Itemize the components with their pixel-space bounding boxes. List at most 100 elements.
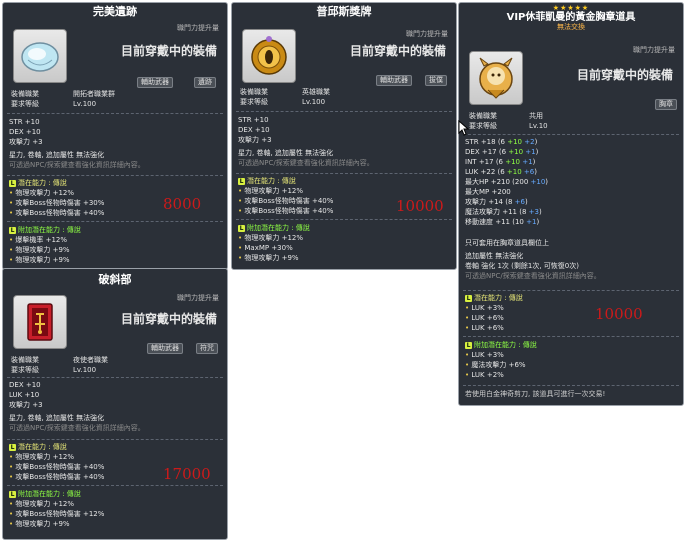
aux-potential-line: 物理攻擊力 +9% xyxy=(9,255,221,265)
item-name: 完美遺跡 xyxy=(93,5,137,18)
divider xyxy=(7,485,223,486)
legendary-icon: L xyxy=(9,180,16,187)
stat-bonus: +1 xyxy=(525,148,536,156)
stat-line: STR +10 xyxy=(238,116,269,124)
stat-name: LUK xyxy=(465,168,481,176)
stat-name: 移動速度 xyxy=(465,218,496,226)
stat-line: STR +10 xyxy=(9,118,40,126)
stat-line: LUK +10 xyxy=(9,391,40,399)
aux-potential-line: 魔法攻擊力 +6% xyxy=(465,360,677,370)
aux-potential-title: 附加潛在能力 : 傳說 xyxy=(18,490,81,498)
stat-name: 魔法攻擊力 xyxy=(465,208,503,216)
enhance-flags: 星力, 卷軸, 追加屬性 無法強化 xyxy=(238,149,334,157)
slot-note: 只可套用在胸章道具欄位上 xyxy=(465,239,549,247)
stats-block: STR +10 DEX +10 攻擊力 +3 星力, 卷軸, 追加屬性 無法強化… xyxy=(9,117,221,170)
stat-bonus: +3 xyxy=(528,208,539,216)
stat-total: +17 xyxy=(481,148,497,156)
stat-line: DEX +10 xyxy=(9,381,41,389)
aux-potential-line: 物理攻擊力 +12% xyxy=(238,233,450,243)
potential-title: 潛在能力 : 傳說 xyxy=(18,443,67,451)
stat-bonus: +1 xyxy=(526,218,537,226)
charm-item-icon xyxy=(13,295,67,349)
stat-name: INT xyxy=(465,158,479,166)
enhance-hint: 可透過NPC/探索鍵查看強化資訊詳細內容。 xyxy=(9,424,145,432)
stat-close: ) xyxy=(538,208,542,216)
stat-line: 移動速度 +11 (10 +1) xyxy=(465,217,677,227)
stat-line: DEX +10 xyxy=(9,128,41,136)
stat-bonus: +1 xyxy=(522,158,533,166)
item-tooltip-charm: 破斜部 職門力提升量 目前穿戴中的裝備 輔助武器 符咒 裝備職業 夜使者職業 要… xyxy=(2,268,228,540)
divider xyxy=(7,221,223,222)
stat-total: +210 xyxy=(490,178,510,186)
potential-line: LUK +3% xyxy=(465,303,677,313)
stat-base: (8 xyxy=(517,208,529,216)
stat-total: +18 xyxy=(480,138,496,146)
damage-increase-label: 職門力提升量 xyxy=(406,30,448,38)
job-value: 英雄職業 xyxy=(302,88,330,96)
level-label: 要求等級 xyxy=(11,366,39,374)
aux-potential-line: 物理攻擊力 +9% xyxy=(238,253,450,263)
stat-total: +14 xyxy=(488,198,504,206)
level-value: Lv.100 xyxy=(73,100,97,108)
enhance-hint: 可透過NPC/探索鍵查看強化資訊詳細內容。 xyxy=(9,161,145,169)
potential-block: L潛在能力 : 傳說 LUK +3% LUK +6% LUK +6% xyxy=(465,293,677,333)
divider xyxy=(236,111,452,112)
stat-bonus: +2 xyxy=(524,138,535,146)
star-rating: ★★★★★ xyxy=(552,4,590,12)
divider xyxy=(236,219,452,220)
price-annotation: 10000 xyxy=(595,305,643,323)
stat-bonus: +6 xyxy=(523,168,535,176)
price-annotation: 8000 xyxy=(163,195,202,213)
aux-potential-line: 物理攻擊力 +12% xyxy=(9,499,221,509)
potential-line: LUK +6% xyxy=(465,323,677,333)
divider xyxy=(7,377,223,378)
tag-badge: 胸章 xyxy=(655,99,677,110)
aux-potential-line: LUK +2% xyxy=(465,370,677,380)
badge-notes: 只可套用在胸章道具欄位上 追加屬性 無法強化 卷軸 強化 1次 (剩餘1次, 可… xyxy=(465,238,677,281)
stat-base: (6 xyxy=(495,138,508,146)
stat-line: INT +17 (6 +10 +1) xyxy=(465,157,677,167)
divider xyxy=(463,134,679,135)
potential-title: 潛在能力 : 傳說 xyxy=(247,177,296,185)
stats-block: STR +18 (6 +10 +2) DEX +17 (6 +10 +1) INT … xyxy=(465,137,677,227)
stat-enhance: +10 xyxy=(508,148,526,156)
job-label: 裝備職業 xyxy=(240,88,268,96)
tag-type: 符咒 xyxy=(196,343,218,354)
potential-title: 潛在能力 : 傳說 xyxy=(474,294,523,302)
badge-item-icon xyxy=(469,51,523,105)
stat-name: 最大HP xyxy=(465,178,491,186)
potential-line: LUK +6% xyxy=(465,313,677,323)
item-tooltip-medal: 普邱斯獎牌 職門力提升量 目前穿戴中的裝備 輔助武器 拔僕 裝備職業 英雄職業 … xyxy=(231,2,457,270)
tag-secondary-weapon: 輔助武器 xyxy=(376,75,412,86)
stat-base: (8 xyxy=(503,198,515,206)
damage-increase-label: 職門力提升量 xyxy=(177,24,219,32)
potential-line: 物理攻擊力 +12% xyxy=(9,452,221,462)
level-value: Lv.100 xyxy=(73,366,97,374)
equipped-label: 目前穿戴中的裝備 xyxy=(576,68,673,82)
aux-potential-title: 附加潛在能力 : 傳說 xyxy=(18,226,81,234)
enhance-flags: 追加屬性 無法強化 xyxy=(465,252,524,260)
equipped-label: 目前穿戴中的裝備 xyxy=(349,44,446,58)
item-tooltip-perfect-relic: 完美遺跡 職門力提升量 目前穿戴中的裝備 輔助武器 遺跡 裝備職業 開拓者職業群… xyxy=(2,2,228,270)
stat-total: +17 xyxy=(478,158,494,166)
stats-block: DEX +10 LUK +10 攻擊力 +3 星力, 卷軸, 追加屬性 無法強化… xyxy=(9,380,221,433)
job-label: 裝備職業 xyxy=(11,356,39,364)
potential-line: 物理攻擊力 +12% xyxy=(238,186,450,196)
divider xyxy=(463,336,679,337)
stat-line: 最大MP +200 xyxy=(465,187,677,197)
job-value: 開拓者職業群 xyxy=(73,90,115,98)
stat-close: ) xyxy=(536,218,540,226)
stat-close: ) xyxy=(534,168,537,176)
legendary-icon: L xyxy=(238,225,245,232)
game-background xyxy=(230,270,456,540)
stat-name: 攻擊力 xyxy=(465,198,489,206)
job-value: 夜使者職業 xyxy=(73,356,108,364)
scissors-note: 若使用白金神奇剪刀, 該道具可進行一次交易! xyxy=(465,390,606,398)
aux-potential-block: L附加潛在能力 : 傳說 LUK +3% 魔法攻擊力 +6% LUK +2% xyxy=(465,340,677,380)
stat-line: 攻擊力 +3 xyxy=(9,401,43,409)
stat-total: +11 xyxy=(495,218,511,226)
tag-secondary-weapon: 輔助武器 xyxy=(137,77,173,88)
aux-potential-line: MaxMP +30% xyxy=(238,243,450,253)
legendary-icon: L xyxy=(465,342,472,349)
stat-enhance: +10 xyxy=(507,138,525,146)
